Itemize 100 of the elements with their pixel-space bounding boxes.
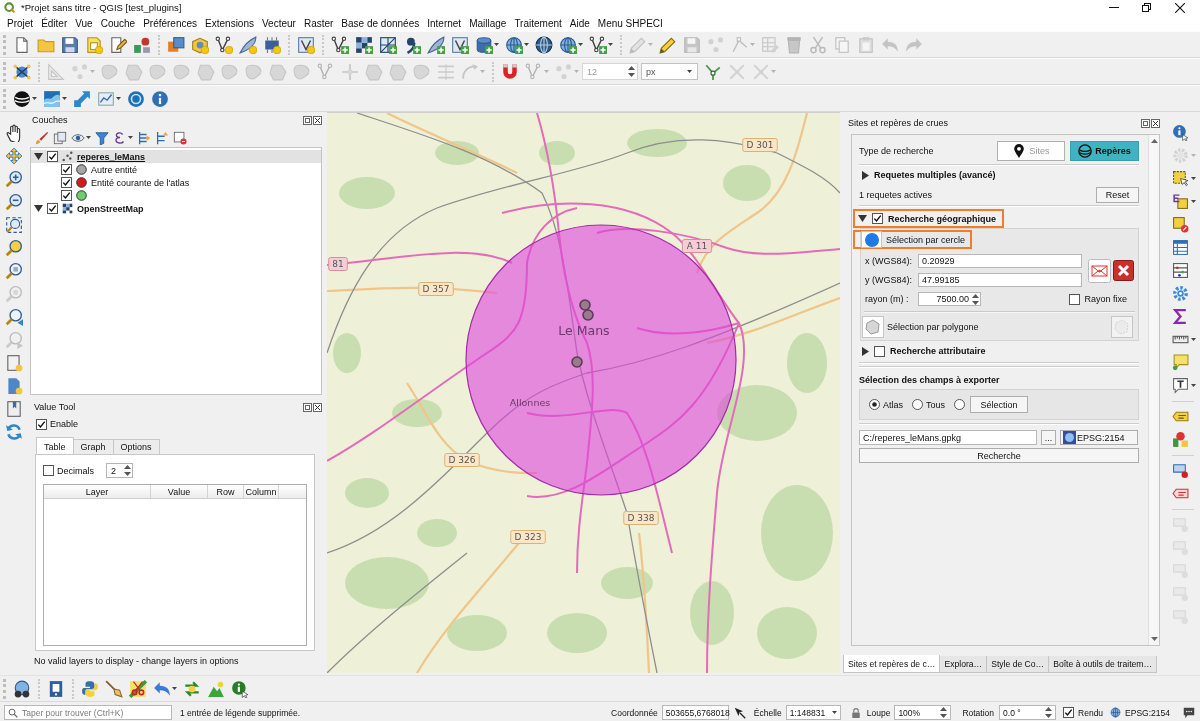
column-header[interactable]: Value	[151, 485, 208, 498]
speech-balloon-icon[interactable]	[1172, 354, 1189, 371]
number-spinbox[interactable]: 7500.00	[918, 292, 981, 306]
disclosure-triangle-icon[interactable]	[858, 215, 867, 222]
checkbox[interactable]	[43, 465, 54, 476]
tab[interactable]: Options	[112, 439, 160, 454]
label-pin-icon[interactable]	[1172, 462, 1189, 479]
mountain-icon[interactable]	[207, 679, 225, 698]
add-group-icon[interactable]	[53, 130, 67, 145]
caret-icon[interactable]	[1191, 384, 1196, 387]
envelope-icon[interactable]	[1088, 258, 1111, 283]
zoom-out-icon[interactable]	[5, 192, 23, 211]
abacus-icon[interactable]	[1172, 262, 1189, 279]
column-header[interactable]: Column	[244, 485, 279, 498]
sync-arrows-icon[interactable]	[183, 679, 201, 698]
browse-button[interactable]: ...	[1041, 430, 1056, 445]
globe-icon[interactable]	[535, 35, 553, 54]
add-feather-icon[interactable]	[427, 35, 445, 54]
map-view-icon[interactable]	[5, 353, 23, 372]
feature-point-marker[interactable]	[579, 299, 591, 311]
tab[interactable]: Table	[36, 437, 74, 455]
caret-icon[interactable]	[831, 711, 837, 714]
message-icon[interactable]	[1183, 706, 1195, 719]
checkbox[interactable]	[872, 213, 883, 224]
add-polyline-icon[interactable]	[331, 35, 349, 54]
polyline-icon[interactable]	[215, 35, 233, 54]
add-mesh-icon[interactable]	[379, 35, 397, 54]
float-panel-icon[interactable]	[1141, 118, 1150, 128]
layered-disc-icon[interactable]	[13, 89, 31, 108]
checkbox[interactable]	[1063, 707, 1075, 718]
checkbox[interactable]	[36, 418, 47, 430]
add-globe-icon[interactable]	[505, 35, 523, 54]
polygon-selection-button[interactable]	[862, 315, 884, 338]
dock-tab[interactable]: Style de Co…	[986, 656, 1050, 673]
search-field[interactable]: Taper pour trouver (Ctrl+K)	[4, 705, 172, 720]
checkbox[interactable]	[1069, 293, 1081, 305]
radio-button[interactable]	[912, 399, 923, 410]
search-button[interactable]: Recherche	[859, 448, 1139, 463]
section-title[interactable]: Requetes multiples (avancé)	[874, 170, 996, 180]
caret-icon[interactable]	[524, 43, 529, 46]
menu-item[interactable]: Raster	[299, 17, 338, 29]
float-panel-icon[interactable]	[303, 402, 312, 412]
add-globe-icon[interactable]	[559, 35, 577, 54]
select-icon[interactable]	[1172, 170, 1189, 187]
checkbox[interactable]	[47, 203, 58, 214]
column-header[interactable]: Layer	[44, 485, 151, 498]
menu-item[interactable]: Maillage	[465, 17, 511, 29]
caret-icon[interactable]	[1191, 200, 1196, 203]
pan-hand-icon[interactable]	[5, 123, 23, 142]
search-type-button[interactable]: Repères	[1070, 140, 1139, 161]
minimize-icon[interactable]	[1108, 7, 1119, 8]
radio-button[interactable]	[954, 399, 966, 410]
dock-tab[interactable]: Boîte à outils de traitem…	[1048, 656, 1158, 673]
column-header[interactable]: Row	[208, 485, 244, 498]
circle-selection-button[interactable]	[861, 231, 882, 248]
wave-chart-icon[interactable]	[43, 89, 61, 108]
checkbox[interactable]	[61, 164, 72, 175]
caret-icon[interactable]	[608, 43, 613, 46]
spin-arrows-icon[interactable]	[972, 293, 979, 305]
caret-icon[interactable]	[494, 43, 499, 46]
legend-label[interactable]: Entité courante de l'atlas	[91, 177, 190, 188]
sigma-icon[interactable]	[1172, 308, 1189, 325]
menu-item[interactable]: Base de données	[337, 17, 424, 29]
add-database-icon[interactable]	[475, 35, 493, 54]
section-title[interactable]: Recherche géographique	[888, 213, 997, 224]
add-grid-icon[interactable]	[355, 35, 373, 54]
close-icon[interactable]	[1174, 2, 1185, 13]
file-path-field[interactable]: C:/reperes_leMans.gpkg	[859, 430, 1037, 445]
checkbox[interactable]	[874, 345, 885, 357]
network-globe-icon[interactable]	[13, 62, 31, 81]
info-icon[interactable]	[231, 679, 249, 698]
coordinate-field[interactable]: 503655,6768018	[661, 705, 729, 720]
caret-icon[interactable]	[86, 136, 91, 139]
tree-row[interactable]: Autre entité	[31, 163, 321, 176]
rotation-spinbox[interactable]: 0.0 °	[999, 705, 1057, 720]
magnet-icon[interactable]	[501, 62, 519, 81]
menu-item[interactable]: Extensions	[201, 17, 258, 29]
text-field[interactable]: 47.99185	[918, 273, 1082, 287]
refresh-icon[interactable]	[5, 422, 23, 441]
zoom-selection-icon[interactable]	[5, 238, 23, 257]
remove-layer-icon[interactable]	[173, 130, 187, 145]
stacked-squares-icon[interactable]	[167, 35, 185, 54]
menu-item[interactable]: Vue	[71, 17, 97, 29]
document-icon[interactable]	[85, 35, 103, 54]
scroll-down-icon[interactable]	[1150, 637, 1158, 641]
shapes-icon[interactable]	[133, 35, 151, 54]
tree-row[interactable]: Entité courante de l'atlas	[31, 176, 321, 189]
float-panel-icon[interactable]	[303, 115, 312, 125]
disclosure-triangle-icon[interactable]	[862, 170, 869, 180]
feature-point-marker[interactable]	[582, 309, 594, 321]
broom-icon[interactable]	[105, 679, 123, 698]
reset-button[interactable]: Reset	[1096, 186, 1139, 203]
decimals-spinbox[interactable]: 2	[106, 463, 133, 478]
polyline-frame-icon[interactable]	[297, 35, 315, 54]
caret-icon[interactable]	[128, 136, 133, 139]
caret-icon[interactable]	[1191, 177, 1196, 180]
caret-icon[interactable]	[687, 70, 692, 73]
spin-arrows-icon[interactable]	[940, 707, 948, 718]
zoom-back-icon[interactable]	[5, 307, 23, 326]
layer-name[interactable]: OpenStreetMap	[77, 203, 144, 214]
